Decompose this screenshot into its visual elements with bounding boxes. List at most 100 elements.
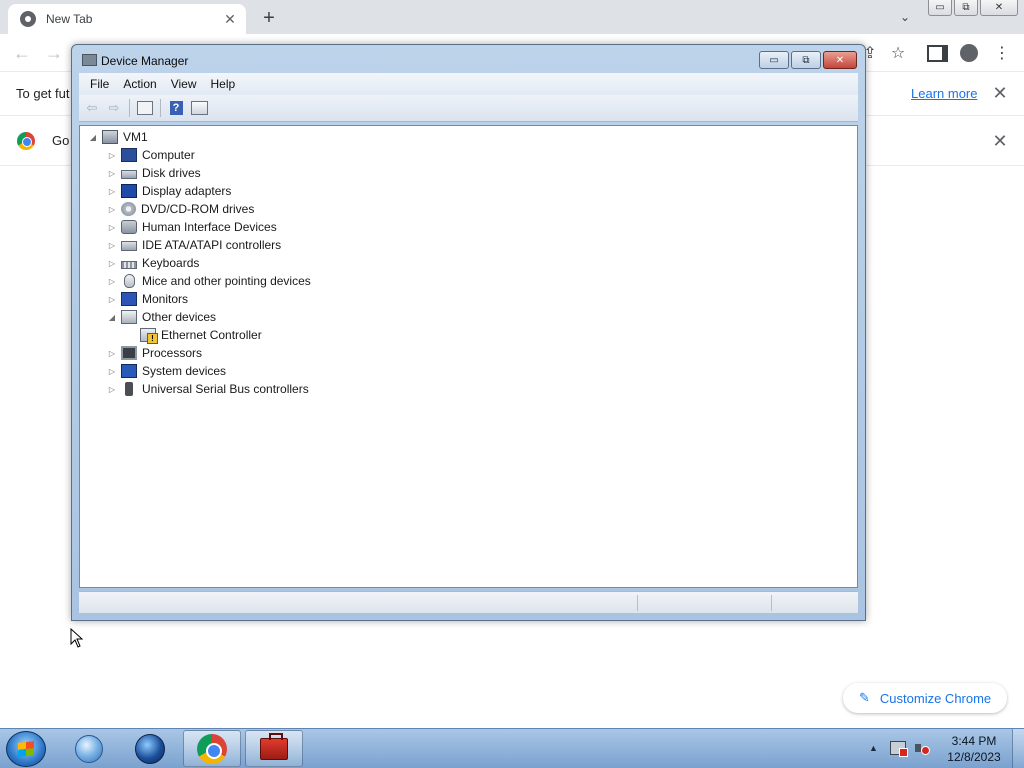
network-status-icon[interactable] (890, 741, 908, 757)
tree-node-label: Human Interface Devices (142, 220, 277, 234)
toolbar-separator (160, 99, 161, 117)
expand-arrow-icon[interactable]: ▷ (107, 348, 117, 358)
tree-node-computer[interactable]: ▷ Computer (107, 146, 195, 164)
tree-node-dvd-drives[interactable]: ▷ DVD/CD-ROM drives (107, 200, 254, 218)
window-title: Device Manager (101, 54, 189, 68)
pencil-icon: ✎ (859, 690, 870, 705)
learn-more-link[interactable]: Learn more (911, 86, 977, 101)
maximize-button[interactable]: ⧉ (791, 51, 821, 69)
side-panel-icon[interactable] (925, 41, 949, 65)
display-adapter-icon (121, 184, 137, 198)
tree-node-keyboards[interactable]: ▷ Keyboards (107, 254, 199, 272)
tree-node-ethernet-controller[interactable]: Ethernet Controller (140, 326, 262, 344)
tree-node-label: Monitors (142, 292, 189, 306)
expand-arrow-icon[interactable]: ▷ (107, 150, 117, 160)
properties-icon[interactable] (136, 100, 154, 116)
chrome-menu-icon[interactable]: ⋮ (990, 41, 1014, 65)
mouse-cursor-icon (70, 628, 84, 648)
expand-arrow-icon[interactable]: ▷ (107, 186, 117, 196)
other-devices-icon (121, 310, 137, 324)
warning-device-icon (140, 328, 158, 344)
menu-bar: File Action View Help (79, 73, 858, 95)
device-manager-icon (82, 54, 97, 66)
expand-arrow-icon[interactable]: ▷ (107, 240, 117, 250)
status-divider (771, 595, 772, 611)
device-tree[interactable]: ◢ VM1 ▷ Computer ▷ Disk drives ▷ Display… (79, 125, 858, 588)
taskbar: ▲ 3:44 PM 12/8/2023 (0, 728, 1024, 768)
tab-new-tab[interactable]: New Tab ✕ (8, 4, 246, 34)
menu-view[interactable]: View (165, 77, 203, 91)
volume-muted-icon[interactable] (914, 741, 930, 755)
chrome-minimize-button[interactable]: ▭ (928, 0, 952, 16)
tree-node-label: IDE ATA/ATAPI controllers (142, 238, 282, 252)
expand-arrow-icon[interactable]: ▷ (107, 168, 117, 178)
device-manager-titlebar[interactable]: Device Manager ▭ ⧉ ✕ (72, 45, 865, 73)
close-button[interactable]: ✕ (823, 51, 857, 69)
tree-node-mice[interactable]: ▷ Mice and other pointing devices (107, 272, 311, 290)
menu-help[interactable]: Help (205, 77, 242, 91)
expand-arrow-icon[interactable]: ▷ (107, 294, 117, 304)
collapse-arrow-icon[interactable]: ◢ (88, 132, 98, 142)
tree-node-display-adapters[interactable]: ▷ Display adapters (107, 182, 231, 200)
profile-avatar-icon[interactable] (957, 41, 981, 65)
new-tab-button[interactable]: + (256, 5, 282, 31)
tree-node-hid[interactable]: ▷ Human Interface Devices (107, 218, 277, 236)
taskbar-device-manager[interactable] (245, 730, 303, 767)
start-button[interactable] (6, 731, 46, 767)
system-clock[interactable]: 3:44 PM 12/8/2023 (940, 733, 1008, 765)
tree-node-other-devices[interactable]: ◢ Other devices (107, 308, 216, 326)
help-icon[interactable] (167, 100, 185, 116)
scan-hardware-icon[interactable] (190, 100, 208, 116)
expand-arrow-icon[interactable]: ▷ (107, 366, 117, 376)
chrome-favicon-icon (20, 11, 36, 27)
infobar-text: To get fut (16, 86, 70, 101)
back-button[interactable]: ← (10, 41, 34, 65)
tree-node-label: Processors (142, 346, 203, 360)
clock-date: 12/8/2023 (947, 750, 1001, 764)
internet-explorer-icon (75, 734, 103, 763)
tab-title: New Tab (46, 12, 93, 26)
expand-arrow-icon[interactable]: ▷ (107, 258, 117, 268)
bookmark-star-icon[interactable]: ☆ (886, 41, 910, 65)
chrome-window-controls: ▭ ⧉ ✕ (926, 0, 1018, 16)
tree-node-system-devices[interactable]: ▷ System devices (107, 362, 226, 380)
menu-file[interactable]: File (84, 77, 115, 91)
tree-node-disk-drives[interactable]: ▷ Disk drives (107, 164, 201, 182)
expand-arrow-icon[interactable]: ▷ (107, 222, 117, 232)
minimize-button[interactable]: ▭ (759, 51, 789, 69)
tree-node-usb-controllers[interactable]: ▷ Universal Serial Bus controllers (107, 380, 309, 398)
forward-button[interactable]: → (42, 41, 66, 65)
forward-arrow-icon[interactable]: ⇨ (105, 100, 123, 116)
show-desktop-button[interactable] (1012, 729, 1024, 768)
show-hidden-icons-icon[interactable]: ▲ (869, 743, 878, 753)
back-arrow-icon[interactable]: ⇦ (83, 100, 101, 116)
tree-node-label: Ethernet Controller (161, 328, 262, 342)
taskbar-internet-explorer[interactable] (60, 730, 118, 767)
expand-arrow-icon[interactable]: ▷ (107, 384, 117, 394)
menu-action[interactable]: Action (117, 77, 162, 91)
chrome-logo-icon (17, 132, 35, 150)
chrome-restore-button[interactable]: ⧉ (954, 0, 978, 16)
tab-close-icon[interactable]: ✕ (220, 9, 240, 29)
chrome-close-button[interactable]: ✕ (980, 0, 1018, 16)
tree-node-processors[interactable]: ▷ Processors (107, 344, 202, 362)
status-bar (79, 591, 858, 613)
infobar-close-icon[interactable]: ✕ (990, 83, 1010, 103)
clock-time: 3:44 PM (951, 734, 997, 748)
tab-search-button[interactable]: ⌄ (894, 6, 916, 28)
tree-node-monitors[interactable]: ▷ Monitors (107, 290, 188, 308)
tree-node-ide-controllers[interactable]: ▷ IDE ATA/ATAPI controllers (107, 236, 281, 254)
device-manager-controls: ▭ ⧉ ✕ (757, 51, 857, 69)
expand-arrow-icon[interactable]: ▷ (107, 204, 117, 214)
monitor-icon (121, 292, 137, 306)
usb-icon (125, 382, 133, 396)
taskbar-globe-app[interactable] (121, 730, 179, 767)
expand-arrow-icon[interactable]: ▷ (107, 276, 117, 286)
tree-node-label: Other devices (142, 310, 217, 324)
taskbar-google-chrome[interactable] (183, 730, 241, 767)
collapse-arrow-icon[interactable]: ◢ (107, 312, 117, 322)
tree-root-vm1[interactable]: ◢ VM1 (88, 128, 148, 146)
device-manager-window[interactable]: Device Manager ▭ ⧉ ✕ File Action View He… (71, 44, 866, 621)
default-browser-close-icon[interactable]: ✕ (990, 131, 1010, 151)
customize-chrome-button[interactable]: ✎ Customize Chrome (843, 683, 1007, 713)
